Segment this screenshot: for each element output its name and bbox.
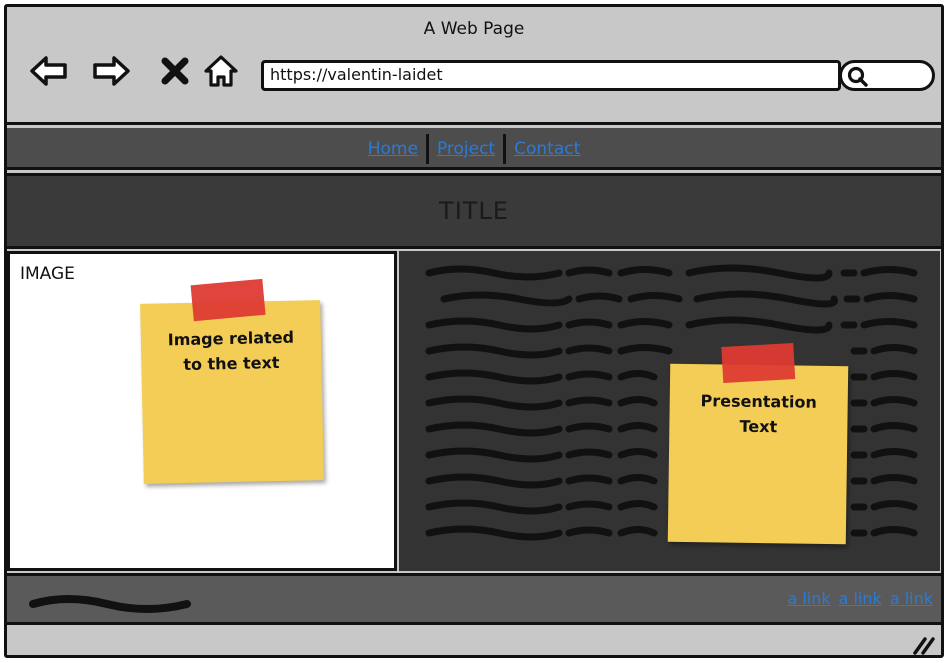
footer-link[interactable]: a link — [839, 589, 882, 608]
arrow-right-icon — [93, 56, 130, 86]
nav-link-home[interactable]: Home — [360, 139, 426, 159]
status-bar — [7, 627, 941, 655]
image-placeholder: IMAGE Image related to the text — [7, 251, 397, 571]
address-bar[interactable]: https://valentin-laidet — [261, 60, 841, 91]
stop-button[interactable] — [157, 53, 193, 89]
page-footer: a link a link a link — [7, 573, 941, 625]
sticky-note-text: Presentation Text — [700, 391, 817, 437]
home-button[interactable] — [203, 53, 239, 89]
close-icon — [161, 57, 189, 85]
resize-grip-icon[interactable] — [911, 635, 935, 655]
search-icon — [847, 66, 868, 87]
forward-button[interactable] — [91, 53, 130, 89]
browser-toolbar: A Web Page https://valentin-laidet — [7, 7, 941, 125]
sticky-note-presentation: Presentation Text — [667, 343, 849, 545]
nav-link-project[interactable]: Project — [429, 139, 503, 159]
window-title: A Web Page — [423, 19, 525, 39]
footer-link[interactable]: a link — [890, 589, 933, 608]
home-icon — [204, 55, 238, 87]
page-title: TITLE — [7, 173, 941, 249]
browser-window: A Web Page https://valentin-laidet Home … — [4, 4, 944, 658]
search-field[interactable] — [839, 60, 935, 91]
image-label: IMAGE — [20, 264, 75, 284]
nav-link-contact[interactable]: Contact — [506, 139, 588, 159]
footer-link[interactable]: a link — [787, 589, 830, 608]
site-nav: Home Project Contact — [7, 128, 941, 170]
sticky-note-text: Image related to the text — [167, 327, 295, 375]
tape — [190, 278, 266, 322]
tape — [721, 343, 796, 383]
text-content-area: Presentation Text — [399, 251, 940, 571]
arrow-left-icon — [30, 56, 67, 86]
sticky-note-image: Image related to the text — [140, 278, 324, 484]
footer-text-scribble — [29, 595, 191, 613]
back-button[interactable] — [29, 53, 67, 89]
